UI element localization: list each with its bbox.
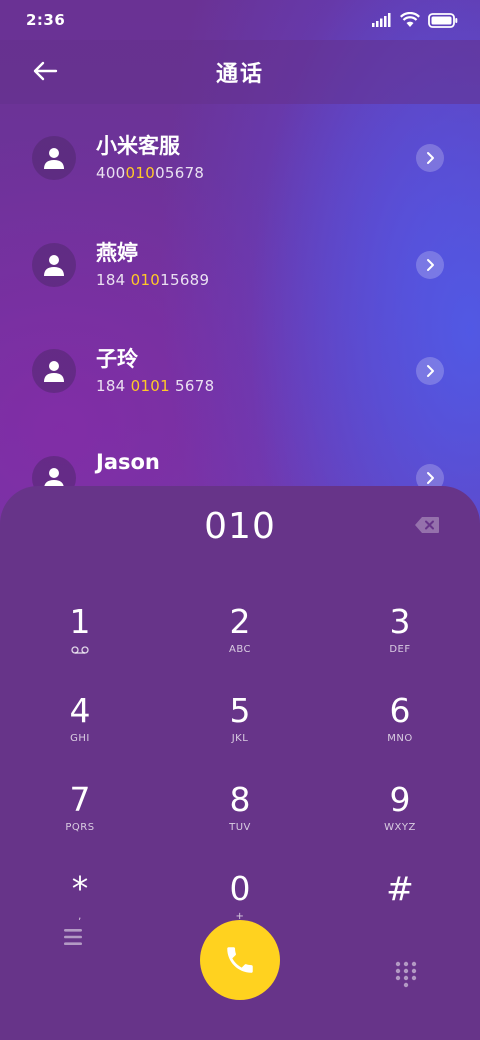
- key-digit: 5: [229, 691, 251, 730]
- backspace-button[interactable]: [414, 516, 440, 534]
- page-title: 通话: [215, 62, 264, 87]
- match-highlight: 010: [125, 164, 156, 182]
- contact-number: 40001005678: [96, 164, 205, 182]
- contact-name: 小米客服: [96, 134, 180, 158]
- key-digit: 0: [229, 869, 251, 908]
- key-digit: 7: [69, 780, 91, 819]
- key-3[interactable]: 3 DEF: [340, 602, 460, 682]
- key-digit: 1: [69, 602, 91, 641]
- call-button[interactable]: [200, 920, 280, 1000]
- key-digit: 9: [389, 780, 411, 819]
- key-hash[interactable]: #: [340, 869, 460, 949]
- voicemail-icon: [71, 646, 89, 654]
- key-4[interactable]: 4 GHI: [20, 691, 140, 771]
- key-2[interactable]: 2 ABC: [180, 602, 300, 682]
- dialed-number[interactable]: 010: [0, 506, 480, 547]
- key-letters: GHI: [70, 733, 90, 744]
- status-bar: 2:36: [0, 0, 480, 40]
- key-5[interactable]: 5 JKL: [180, 691, 300, 771]
- signal-icon: [372, 13, 391, 27]
- back-button[interactable]: [30, 56, 60, 86]
- key-digit: 3: [389, 602, 411, 641]
- contact-detail-button[interactable]: [416, 144, 444, 172]
- header: 通话: [0, 40, 480, 104]
- key-digit: 8: [229, 780, 251, 819]
- avatar: [32, 243, 76, 287]
- key-1[interactable]: 1: [20, 602, 140, 682]
- key-letters: ,: [78, 911, 82, 922]
- contact-detail-button[interactable]: [416, 357, 444, 385]
- dialpad-icon: [395, 961, 417, 988]
- key-9[interactable]: 9 WXYZ: [340, 780, 460, 860]
- contact-item[interactable]: 小米客服 40001005678: [0, 112, 480, 202]
- key-digit: #: [386, 869, 414, 908]
- chevron-right-icon: [427, 152, 434, 164]
- key-letters: [20, 644, 140, 656]
- phone-icon: [227, 947, 253, 973]
- key-digit: 4: [69, 691, 91, 730]
- contact-number: 184 0101 5678: [96, 377, 215, 395]
- match-highlight: 010: [130, 271, 161, 289]
- contact-item[interactable]: 燕婷 184 01015689: [0, 219, 480, 309]
- contact-name: Jason: [96, 450, 160, 474]
- status-time: 2:36: [26, 11, 66, 29]
- contact-name: 子玲: [96, 347, 138, 371]
- keypad-toggle-button[interactable]: [394, 960, 418, 992]
- key-letters: MNO: [387, 733, 413, 744]
- key-letters: TUV: [229, 822, 251, 833]
- contact-detail-button[interactable]: [416, 251, 444, 279]
- key-letters: WXYZ: [384, 822, 416, 833]
- chevron-right-icon: [427, 365, 434, 377]
- battery-icon: [428, 12, 458, 28]
- key-6[interactable]: 6 MNO: [340, 691, 460, 771]
- status-icons: [372, 12, 458, 28]
- chevron-right-icon: [427, 259, 434, 271]
- key-7[interactable]: 7 PQRS: [20, 780, 140, 860]
- dialpad-panel: 010 1 2 ABC 3 DEF 4 GHI 5 JKL 6 MNO 7 PQ…: [0, 486, 480, 1040]
- contact-item[interactable]: 子玲 184 0101 5678: [0, 325, 480, 415]
- chevron-right-icon: [427, 472, 434, 484]
- key-letters: DEF: [389, 644, 411, 655]
- wifi-icon: [400, 12, 420, 27]
- backspace-icon: [415, 517, 439, 533]
- arrow-left-icon: [33, 61, 58, 81]
- key-letters: ABC: [228, 644, 251, 655]
- key-digit: 2: [229, 602, 251, 641]
- avatar: [32, 349, 76, 393]
- menu-button[interactable]: [60, 926, 86, 952]
- key-digit: 6: [389, 691, 411, 730]
- contact-number: 184 01015689: [96, 271, 210, 289]
- avatar: [32, 136, 76, 180]
- person-icon: [44, 361, 64, 382]
- key-digit: *: [71, 869, 89, 908]
- person-icon: [44, 148, 64, 169]
- menu-icon: [64, 929, 82, 945]
- match-highlight: 0101: [130, 377, 170, 395]
- contact-name: 燕婷: [96, 241, 138, 265]
- key-letters: JKL: [231, 733, 249, 744]
- key-letters: PQRS: [65, 822, 95, 833]
- person-icon: [44, 255, 64, 276]
- key-8[interactable]: 8 TUV: [180, 780, 300, 860]
